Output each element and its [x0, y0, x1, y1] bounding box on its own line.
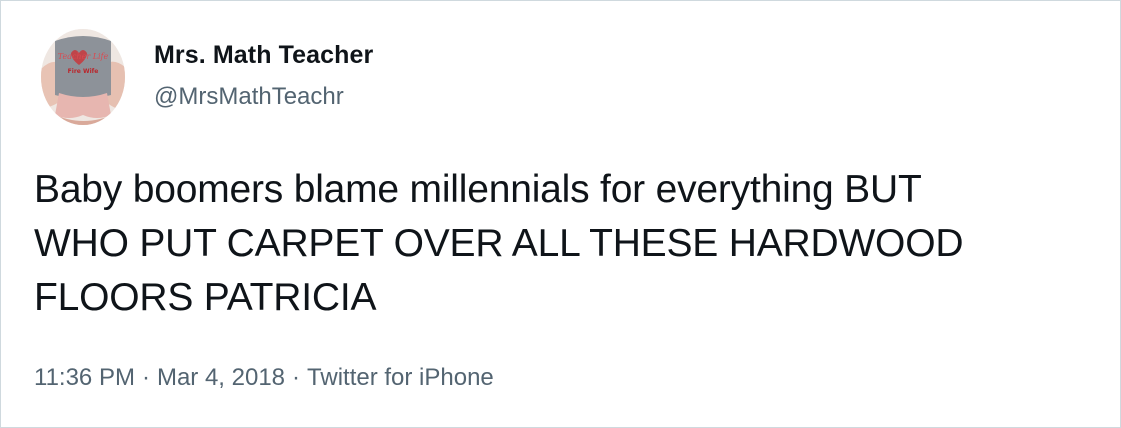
tweet-text: Baby boomers blame millennials for every… [34, 163, 1104, 325]
meta-separator: · [292, 364, 301, 391]
author-handle[interactable]: @MrsMathTeachr [154, 83, 344, 111]
tweet-metadata: 11:36 PM · Mar 4, 2018 · Twitter for iPhone [34, 364, 494, 392]
tweet-source[interactable]: Twitter for iPhone [307, 364, 494, 391]
author-display-name[interactable]: Mrs. Math Teacher [154, 41, 373, 70]
tweet-time[interactable]: 11:36 PM [34, 364, 135, 391]
tweet-text-line: Baby boomers blame millennials for every… [34, 168, 922, 211]
tweet-text-line: FLOORS PATRICIA [34, 276, 377, 319]
avatar-shirt-text-1: Teacher Life [58, 52, 109, 61]
avatar-shirt-text-2: Fire Wife [68, 68, 99, 75]
avatar-image: Teacher Life Fire Wife [41, 29, 125, 125]
tweet-text-line: WHO PUT CARPET OVER ALL THESE HARDWOOD [34, 222, 964, 265]
avatar[interactable]: Teacher Life Fire Wife [41, 29, 125, 125]
tweet-card: Teacher Life Fire Wife Mrs. Math Teacher… [0, 0, 1121, 428]
meta-separator: · [141, 364, 150, 391]
tweet-date[interactable]: Mar 4, 2018 [157, 364, 285, 391]
